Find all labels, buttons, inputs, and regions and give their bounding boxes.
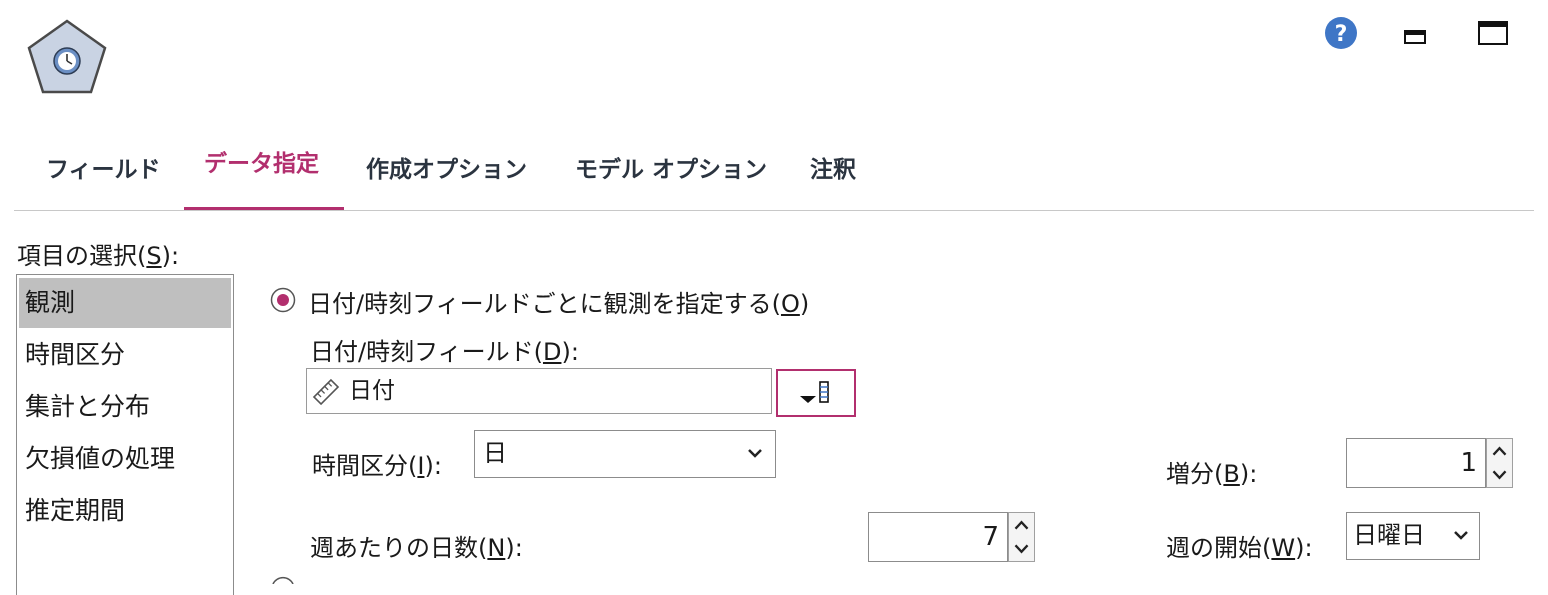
week-start-select[interactable]: 日曜日 — [1346, 512, 1480, 560]
days-per-week-input[interactable]: 7 — [868, 512, 1008, 562]
increment-stepper[interactable] — [1486, 438, 1513, 488]
date-field-icon — [312, 378, 340, 406]
tab-build-options[interactable]: 作成オプション — [366, 140, 527, 210]
maximize-icon[interactable] — [1478, 21, 1508, 45]
tab-data-specification[interactable]: データ指定 — [204, 134, 319, 204]
week-start-label: 週の開始(W): — [1166, 534, 1313, 562]
chevron-down-icon[interactable] — [1009, 537, 1034, 561]
week-start-value: 日曜日 — [1353, 521, 1425, 549]
time-interval-value: 日 — [483, 439, 507, 467]
tab-model-options[interactable]: モデル オプション — [575, 140, 767, 210]
list-item-missing-values[interactable]: 欠損値の処理 — [19, 434, 231, 484]
tab-annotations[interactable]: 注釈 — [810, 140, 856, 210]
help-icon[interactable]: ? — [1324, 16, 1358, 50]
chevron-up-icon[interactable] — [1487, 439, 1512, 463]
increment-value: 1 — [1460, 448, 1477, 478]
observation-radio[interactable] — [270, 287, 296, 313]
days-per-week-value: 7 — [982, 522, 999, 552]
datetime-field-label: 日付/時刻フィールド(D): — [310, 338, 579, 366]
chevron-down-icon — [1454, 531, 1468, 540]
list-item-aggregation[interactable]: 集計と分布 — [19, 382, 231, 432]
datetime-field-input[interactable]: 日付 — [306, 368, 772, 414]
list-item-estimation-period[interactable]: 推定期間 — [19, 486, 231, 536]
chevron-down-icon — [748, 449, 762, 458]
item-list: 観測 時間区分 集計と分布 欠損値の処理 推定期間 — [16, 274, 234, 595]
chevron-up-icon[interactable] — [1009, 513, 1034, 537]
time-interval-select[interactable]: 日 — [474, 430, 776, 478]
chevron-down-icon[interactable] — [1487, 463, 1512, 487]
tab-divider — [14, 210, 1534, 211]
tab-bar: フィールド データ指定 作成オプション モデル オプション 注釈 — [14, 140, 1534, 212]
tab-fields[interactable]: フィールド — [46, 140, 161, 210]
increment-label: 増分(B): — [1166, 460, 1258, 488]
observation-radio-label[interactable]: 日付/時刻フィールドごとに観測を指定する(O) — [308, 284, 809, 319]
item-select-label: 項目の選択(S): — [17, 242, 180, 270]
second-radio[interactable] — [270, 576, 296, 584]
time-interval-label: 時間区分(I): — [312, 452, 442, 480]
time-series-node-icon — [27, 19, 107, 94]
svg-text:?: ? — [1335, 22, 1348, 47]
datetime-field-value: 日付 — [349, 378, 395, 404]
field-picker-button[interactable] — [776, 369, 856, 417]
days-per-week-label: 週あたりの日数(N): — [310, 534, 523, 562]
list-item-observations[interactable]: 観測 — [19, 278, 231, 328]
minimize-icon[interactable] — [1404, 30, 1426, 44]
list-item-time-interval[interactable]: 時間区分 — [19, 330, 231, 380]
days-per-week-stepper[interactable] — [1008, 512, 1035, 562]
increment-input[interactable]: 1 — [1346, 438, 1486, 488]
field-picker-icon — [800, 381, 829, 403]
